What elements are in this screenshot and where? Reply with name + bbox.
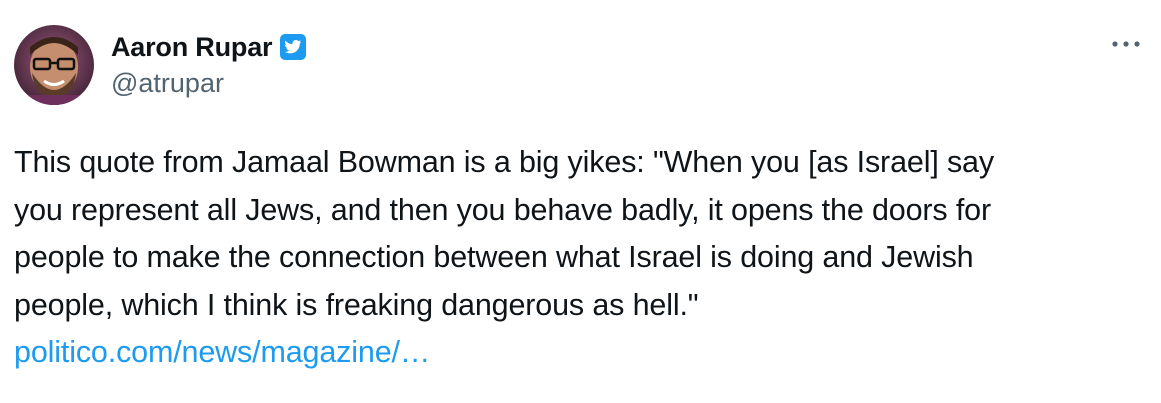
author-block: Aaron Rupar @atrupar xyxy=(111,30,308,99)
more-horizontal-icon xyxy=(1112,41,1140,47)
avatar-image xyxy=(14,25,94,105)
display-name[interactable]: Aaron Rupar xyxy=(111,32,273,63)
tweet-text-line: you represent all Jews, and then you beh… xyxy=(14,192,991,227)
avatar[interactable] xyxy=(14,25,94,105)
tweet-text-line: people to make the connection between wh… xyxy=(14,240,974,274)
article-link[interactable]: politico.com/news/magazine/… xyxy=(14,329,1149,377)
user-handle[interactable]: @atrupar xyxy=(111,68,308,99)
more-options-button[interactable] xyxy=(1109,30,1143,58)
verified-badge-icon[interactable] xyxy=(278,32,308,62)
tweet-text-line: This quote from Jamaal Bowman is a big y… xyxy=(14,145,994,179)
tweet-text: This quote from Jamaal Bowman is a big y… xyxy=(14,139,1149,377)
tweet-text-line: people, which I think is freaking danger… xyxy=(14,287,699,322)
name-row: Aaron Rupar xyxy=(111,30,308,64)
tweet-card: Aaron Rupar @atrupar This quote from Jam… xyxy=(0,0,1161,403)
